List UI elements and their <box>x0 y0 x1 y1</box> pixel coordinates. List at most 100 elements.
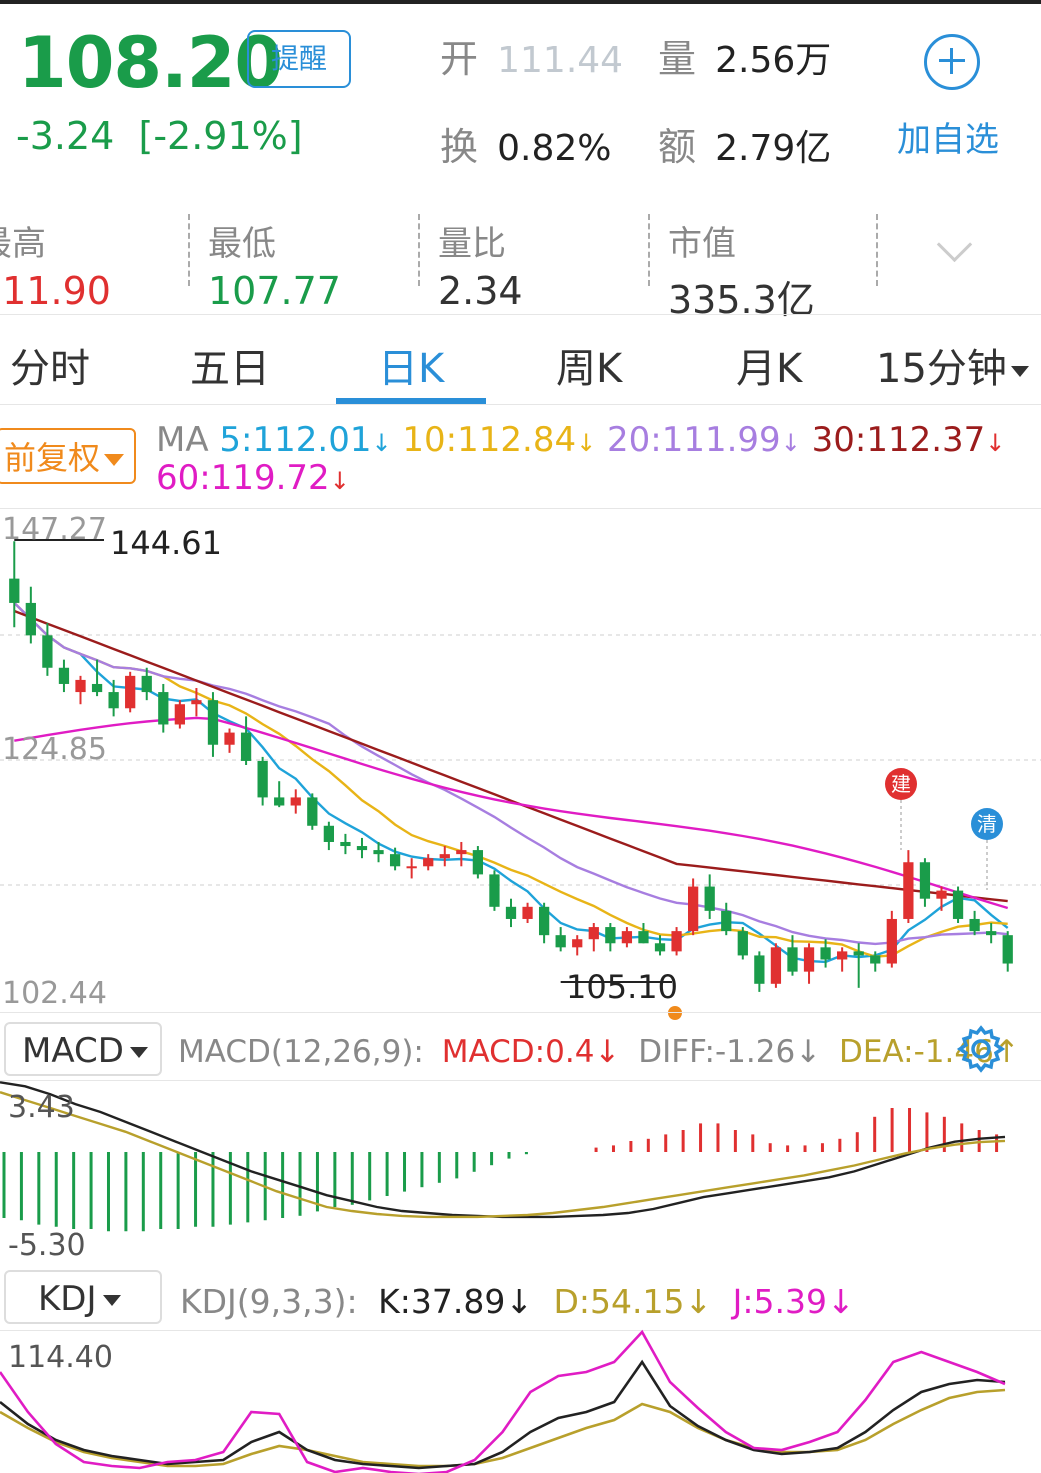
adjust-mode-dropdown[interactable]: 前复权 <box>0 428 136 484</box>
d-value: D:54.15↓ <box>553 1282 713 1321</box>
dropdown-triangle-icon <box>102 1295 121 1306</box>
candle-body <box>489 874 500 907</box>
candle-body <box>621 931 633 944</box>
separator <box>0 404 1041 405</box>
open-value: 111.44 <box>497 40 624 81</box>
candle-body <box>538 906 550 936</box>
divider <box>418 214 420 286</box>
candle-body <box>986 931 997 936</box>
candle-body <box>886 918 897 964</box>
candle-body <box>572 939 583 948</box>
candle-body <box>803 947 815 972</box>
tab-15-minute[interactable]: 15分钟 <box>876 336 1029 394</box>
turnover-value: 0.82% <box>497 128 612 169</box>
ma10-value: 10:112.84 <box>402 420 577 460</box>
candle-body <box>969 918 980 932</box>
tab-daily-k[interactable]: 日K <box>378 336 444 394</box>
macd-chart[interactable] <box>0 1081 1041 1262</box>
divider <box>876 214 878 286</box>
candle-body <box>224 732 235 745</box>
candle-body <box>721 910 732 932</box>
candle-body <box>737 931 748 956</box>
settings-gear-icon[interactable] <box>956 1024 1006 1074</box>
tab-15-minute-label: 15分钟 <box>876 346 1007 392</box>
separator <box>0 1012 1041 1013</box>
candle-body <box>125 675 136 709</box>
candle-body <box>406 866 417 869</box>
candle-body <box>638 931 649 944</box>
candle-body <box>952 890 964 919</box>
stat-low-label: 最低 <box>208 224 276 264</box>
candle-body <box>257 760 268 798</box>
down-arrow-icon: ↓ <box>576 429 597 457</box>
candle-body <box>919 862 931 899</box>
candle-body <box>687 886 699 932</box>
dropdown-triangle-icon <box>129 1047 148 1058</box>
kdj-legend: KDJ(9,3,3): K:37.89↓ D:54.15↓ J:5.39↓ <box>180 1282 855 1321</box>
tab-five-day[interactable]: 五日 <box>190 336 270 394</box>
candle-body <box>356 846 368 851</box>
candle-body <box>207 700 219 745</box>
candle-body <box>704 886 715 911</box>
candle-body <box>588 927 599 940</box>
kline-chart[interactable] <box>0 510 1041 1020</box>
volume-label: 量 <box>658 37 697 81</box>
amount-label: 额 <box>658 125 697 169</box>
ma60-value: 60:119.72 <box>156 458 330 498</box>
kdj-d-line <box>0 1388 1006 1468</box>
candle-body <box>439 854 450 859</box>
macd-indicator-dropdown[interactable]: MACD <box>4 1022 162 1076</box>
ma20-line <box>13 602 1008 946</box>
candle-body <box>505 906 517 919</box>
down-arrow-icon: ↓ <box>985 429 1006 457</box>
candle-body <box>340 841 351 847</box>
candle-body <box>605 927 616 944</box>
candle-body <box>25 602 36 636</box>
sell-signal-badge[interactable]: 清 <box>971 808 1003 840</box>
candle-body <box>555 935 566 948</box>
stat-market-cap-label: 市值 <box>668 224 736 264</box>
candle-body <box>936 890 947 899</box>
macd-dropdown-label: MACD <box>22 1031 124 1071</box>
turnover-label: 换 <box>440 125 479 169</box>
kdj-dropdown-label: KDJ <box>38 1279 97 1319</box>
kdj-indicator-dropdown[interactable]: KDJ <box>4 1270 162 1324</box>
add-watchlist-button[interactable]: 加自选 <box>897 112 999 161</box>
price-alert-button[interactable]: 提醒 <box>247 30 351 88</box>
candle-body <box>423 858 434 867</box>
candle-body <box>770 947 782 984</box>
divider <box>188 214 190 286</box>
candle-body <box>820 947 831 960</box>
kline-axis-bottom: 102.44 <box>2 976 107 1011</box>
candle-body <box>108 692 119 709</box>
candle-body <box>91 683 103 693</box>
candle-body <box>158 692 169 725</box>
tab-weekly-k[interactable]: 周K <box>556 336 622 394</box>
candle-body <box>754 955 765 984</box>
down-arrow-icon: ↓ <box>329 467 350 495</box>
candle-body <box>174 704 185 725</box>
candle-body <box>323 825 335 842</box>
candle-body <box>274 797 285 806</box>
add-watchlist-plus-icon[interactable] <box>924 34 980 90</box>
kdj-chart[interactable] <box>0 1329 1041 1473</box>
separator <box>0 1080 1041 1081</box>
tab-intraday[interactable]: 分时 <box>10 336 90 394</box>
candle-body <box>870 955 881 964</box>
kline-axis-top: 147.27 <box>2 512 107 547</box>
candle-body <box>853 951 864 956</box>
buy-signal-badge[interactable]: 建 <box>885 768 917 800</box>
stat-high-label: 最高 <box>0 224 46 264</box>
candle-body <box>141 675 152 693</box>
stat-volume-ratio-label: 量比 <box>438 224 506 264</box>
expand-chevron-icon[interactable] <box>936 226 973 263</box>
candle-body <box>240 732 252 761</box>
candle-body <box>42 635 53 668</box>
tab-monthly-k[interactable]: 月K <box>736 336 802 394</box>
kline-high-annotation: 144.61 <box>110 524 222 562</box>
down-arrow-icon: ↓ <box>780 429 801 457</box>
macd-value: MACD:0.4↓ <box>441 1034 621 1070</box>
candle-body <box>58 667 70 684</box>
amount-value: 2.79亿 <box>715 128 832 169</box>
macd-axis-bottom: -5.30 <box>8 1228 86 1263</box>
